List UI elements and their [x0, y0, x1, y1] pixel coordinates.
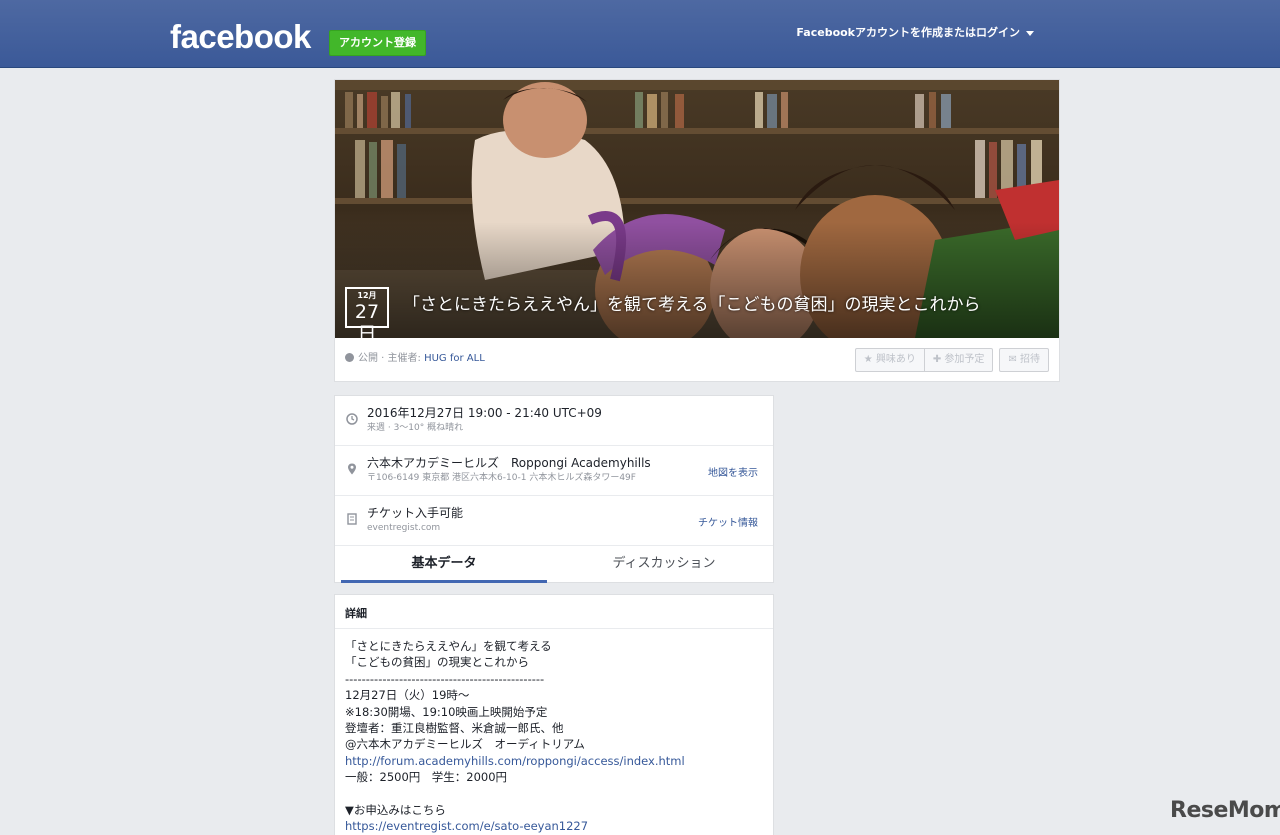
- registration-url-link[interactable]: https://eventregist.com/e/sato-eeyan1227: [345, 818, 763, 834]
- details-line: 「さとにきたらええやん」を観て考える: [345, 639, 552, 653]
- facebook-logo[interactable]: facebook: [170, 17, 311, 57]
- globe-icon: [345, 353, 354, 362]
- details-body: 「さとにきたらええやん」を観て考える 「こどもの貧困」の現実とこれから ----…: [335, 629, 773, 835]
- ticket-source: eventregist.com: [367, 523, 441, 533]
- event-date-badge: 12月 27日: [345, 287, 389, 338]
- invite-button[interactable]: ✉ 招待: [999, 348, 1049, 372]
- clock-icon: [346, 413, 358, 425]
- details-line: 登壇者：重江良樹監督、米倉誠一郎氏、他: [345, 720, 564, 735]
- login-link[interactable]: Facebookアカウントを作成またはログイン: [796, 26, 1034, 40]
- ticket-icon: [347, 513, 357, 525]
- host-prefix: · 主催者:: [378, 353, 425, 364]
- event-time: 2016年12月27日 19:00 - 21:40 UTC+09: [367, 406, 602, 420]
- details-line: @六本木アカデミーヒルズ オーディトリアム: [345, 737, 585, 752]
- tab-discussion[interactable]: ディスカッション: [561, 547, 767, 583]
- details-line: [345, 786, 763, 802]
- event-date-day: 27日: [354, 301, 380, 338]
- event-time-row: 2016年12月27日 19:00 - 21:40 UTC+09 来週 · 3〜…: [335, 396, 773, 446]
- location-pin-icon: [348, 463, 356, 475]
- going-button[interactable]: ✚ 参加予定: [924, 348, 994, 372]
- event-actions: ★ 興味あり ✚ 参加予定 ✉ 招待: [854, 348, 1049, 372]
- top-bar: facebook アカウント登録 Facebookアカウントを作成またはログイン: [0, 0, 1280, 68]
- event-tabs: 基本データ ディスカッション: [335, 547, 773, 583]
- signup-button[interactable]: アカウント登録: [329, 30, 426, 56]
- event-weather: 来週 · 3〜10° 概ね晴れ: [367, 423, 464, 433]
- event-cover-card: 12月 27日 「さとにきたらええやん」を観て考える「こどもの貧困」の現実とこれ…: [334, 79, 1060, 382]
- details-line: ▼お申込みはこちら: [345, 802, 446, 817]
- event-info-card: 2016年12月27日 19:00 - 21:40 UTC+09 来週 · 3〜…: [334, 395, 774, 583]
- ticket-available: チケット入手可能: [367, 506, 464, 520]
- details-line: 一般：2500円 学生：2000円: [345, 770, 508, 785]
- login-link-label: Facebookアカウントを作成またはログイン: [796, 26, 1020, 39]
- event-address: 〒106-6149 東京都 港区六本木6-10-1 六本木ヒルズ森タワー49F: [367, 473, 636, 483]
- venue-url-link[interactable]: http://forum.academyhills.com/roppongi/a…: [345, 753, 763, 769]
- caret-down-icon: [1026, 30, 1034, 36]
- event-ticket-row[interactable]: チケット入手可能 eventregist.com チケット情報: [335, 496, 773, 546]
- resemom-watermark-logo: ReseMom: [1170, 798, 1280, 823]
- event-date-month: 12月: [357, 291, 377, 300]
- tab-about[interactable]: 基本データ: [341, 547, 547, 583]
- event-place: 六本木アカデミーヒルズ Roppongi Academyhills: [367, 456, 651, 470]
- ticket-info-link[interactable]: チケット情報: [698, 514, 758, 529]
- host-link[interactable]: HUG for ALL: [424, 353, 485, 364]
- interested-button[interactable]: ★ 興味あり: [854, 348, 925, 372]
- event-title: 「さとにきたらええやん」を観て考える「こどもの貧困」の現実とこれから: [403, 295, 981, 315]
- cover-photo: 12月 27日 「さとにきたらええやん」を観て考える「こどもの貧困」の現実とこれ…: [335, 80, 1059, 338]
- details-heading: 詳細: [335, 595, 773, 629]
- details-line: 12月27日（火）19時〜: [345, 688, 470, 703]
- details-line: ----------------------------------------…: [345, 671, 545, 686]
- event-place-row[interactable]: 六本木アカデミーヒルズ Roppongi Academyhills 〒106-6…: [335, 446, 773, 496]
- event-meta: 公開 · 主催者: HUG for ALL: [345, 352, 485, 366]
- privacy-label: 公開: [358, 353, 378, 364]
- details-line: ※18:30開場、19:10映画上映開始予定: [345, 704, 548, 719]
- show-map-link[interactable]: 地図を表示: [708, 464, 758, 479]
- details-line: 「こどもの貧困」の現実とこれから: [345, 655, 529, 670]
- event-details-card: 詳細 「さとにきたらええやん」を観て考える 「こどもの貧困」の現実とこれから -…: [334, 594, 774, 835]
